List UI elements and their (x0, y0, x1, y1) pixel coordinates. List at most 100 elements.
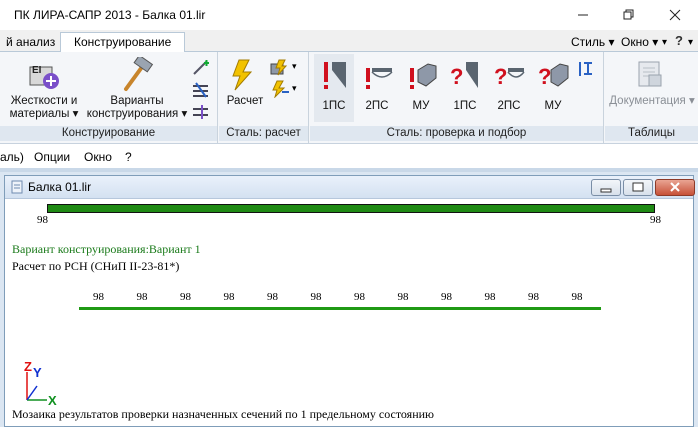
document-title-bar: Балка 01.lir (5, 176, 695, 199)
calc-options-chevron-icon[interactable]: ▾ (292, 83, 297, 94)
document-minimize-button[interactable] (591, 179, 621, 196)
select-mu-button[interactable]: ? МУ (532, 54, 574, 122)
tab-analysis[interactable]: й анализ (0, 33, 61, 52)
check-1ps-icon (324, 62, 346, 89)
check-mu-label: МУ (412, 100, 430, 112)
bottom-bar-value: 98 (310, 291, 322, 303)
document-close-button[interactable] (655, 179, 695, 196)
group-label-steel-check: Сталь: проверка и подбор (310, 126, 603, 141)
document-restore-button[interactable] (623, 179, 653, 196)
tab-construction[interactable]: Конструирование (60, 32, 186, 53)
select-1ps-button[interactable]: ? 1ПС (444, 54, 486, 122)
ribbon: EI Жесткости и материалы ▾ Варианты конс… (0, 52, 698, 144)
restore-button[interactable] (606, 0, 652, 30)
model-canvas[interactable]: 98 98 Вариант конструирования:Вариант 1 … (5, 200, 693, 426)
hammer-icon (124, 54, 154, 91)
help-chevron-icon[interactable]: ▾ (688, 37, 693, 48)
mdi-area: Балка 01.lir 98 98 Вариант конструирован… (0, 172, 698, 427)
window-label: Окно (621, 35, 649, 49)
section-calc-icon[interactable] (269, 58, 291, 76)
beam-bottom-line (79, 307, 601, 310)
bottom-bar-value: 98 (223, 291, 235, 303)
menu-help[interactable]: ? (125, 150, 132, 164)
svg-text:?: ? (494, 64, 507, 89)
stiffness-icon: EI (29, 65, 59, 89)
axes-triad: Z Y X (24, 360, 57, 406)
section-calc-chevron-icon[interactable]: ▾ (292, 61, 297, 72)
tab-style[interactable]: Стиль ▾ (571, 35, 614, 49)
quick-access-chevron-icon[interactable]: ▾ (662, 37, 667, 48)
menu-options[interactable]: Опции (34, 150, 70, 164)
bottom-bar-value: 98 (267, 291, 278, 303)
grid-tool-icon[interactable] (192, 82, 210, 98)
align-tool-icon[interactable] (192, 104, 210, 120)
window-title: ПК ЛИРА-САПР 2013 - Балка 01.lir (14, 8, 206, 22)
svg-text:?: ? (538, 64, 551, 89)
minimize-button[interactable] (560, 0, 606, 30)
axis-z-label: Z (24, 360, 32, 374)
close-button[interactable] (652, 0, 698, 30)
top-bar-right-value: 98 (650, 214, 661, 226)
calculation-button[interactable] (227, 58, 261, 92)
calc-text: Расчет по РСН (СНиП II-23-81*) (12, 259, 180, 273)
menu-partial[interactable]: аль) (0, 150, 24, 164)
select-2ps-icon: ? (494, 64, 525, 89)
close-icon (669, 9, 681, 21)
select-2ps-button[interactable]: ? 2ПС (488, 54, 530, 122)
document-title: Балка 01.lir (28, 180, 92, 194)
add-node-icon[interactable] (192, 60, 210, 76)
minimize-icon (578, 14, 588, 16)
lightning-icon (232, 59, 253, 91)
close-icon (670, 182, 680, 192)
group-label-tables: Таблицы (605, 126, 698, 141)
document-window: Балка 01.lir 98 98 Вариант конструирован… (4, 175, 695, 427)
group-construction: EI Жесткости и материалы ▾ Варианты конс… (0, 52, 218, 143)
bottom-bar-value: 98 (397, 291, 409, 303)
svg-text:?: ? (450, 64, 463, 89)
group-tables: Документация ▾ Таблицы (605, 52, 698, 143)
stiffness-label: Жесткости и материалы ▾ (9, 95, 79, 120)
tab-window[interactable]: Окно ▾ (621, 35, 658, 49)
axis-x-label: X (48, 393, 57, 406)
select-mu-label: МУ (544, 100, 562, 112)
group-label-steel-calc: Сталь: расчет (219, 126, 308, 141)
help-icon[interactable]: ? (675, 33, 683, 48)
restore-icon (623, 9, 634, 20)
check-2ps-button[interactable]: 2ПС (356, 54, 398, 122)
bottom-bar-value: 98 (484, 291, 496, 303)
select-2ps-label: 2ПС (497, 100, 521, 112)
bottom-bar-value: 98 (180, 291, 191, 303)
title-bar: ПК ЛИРА-САПР 2013 - Балка 01.lir (0, 0, 698, 30)
document-icon (11, 180, 23, 194)
menu-window[interactable]: Окно (84, 150, 112, 164)
bottom-bar-value: 98 (528, 291, 539, 303)
bottom-bar-value: 98 (136, 291, 148, 303)
check-1ps-button[interactable]: 1ПС (314, 54, 354, 122)
select-1ps-label: 1ПС (453, 100, 477, 112)
bottom-bar-value: 98 (441, 291, 452, 303)
documentation-label[interactable]: Документация ▾ (607, 95, 697, 108)
select-1ps-icon: ? (450, 62, 478, 89)
group-steel-calc: Расчет ▾ ▾ Сталь: расчет (219, 52, 309, 143)
axis-y-label: Y (33, 365, 42, 380)
select-mu-icon: ? (538, 63, 569, 89)
check-mu-button[interactable]: МУ (400, 54, 442, 122)
stiffness-materials-button[interactable]: EI (26, 59, 62, 91)
calc-options-icon[interactable] (269, 80, 291, 98)
menu-bar: аль) Опции Окно ? (0, 144, 698, 168)
design-variants-button[interactable] (118, 54, 154, 93)
check-1ps-label: 1ПС (322, 100, 346, 112)
minimize-icon (600, 188, 612, 193)
check-2ps-label: 2ПС (365, 100, 389, 112)
documentation-icon[interactable] (635, 59, 665, 89)
beam-section-icon[interactable] (576, 60, 594, 78)
check-mu-icon (410, 63, 437, 89)
el-text: EI (32, 65, 42, 76)
restore-icon (632, 182, 644, 192)
group-label-construction: Конструирование (0, 126, 217, 141)
bottom-bar-value: 98 (93, 291, 104, 303)
bottom-bar-value: 98 (354, 291, 365, 303)
design-variants-label: Варианты конструирования ▾ (86, 95, 188, 120)
group-steel-check: 1ПС 2ПС МУ ? 1ПС ? 2ПС ? МУ Сталь: прове… (310, 52, 604, 143)
ribbon-tabs: й анализ Конструирование Стиль ▾ Окно ▾ … (0, 30, 698, 53)
